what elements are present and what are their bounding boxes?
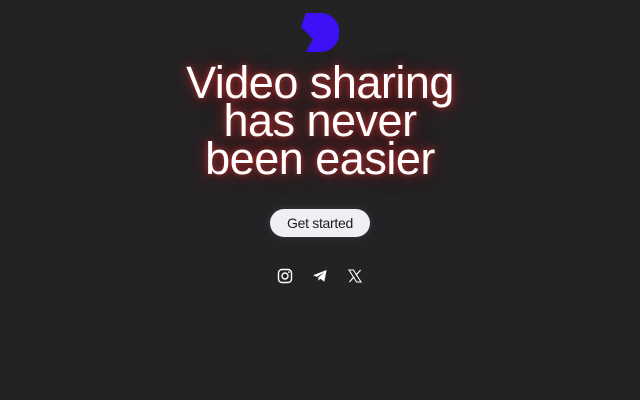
brand-logo-icon[interactable] [301, 13, 339, 52]
x-icon [348, 269, 362, 283]
instagram-link[interactable] [276, 267, 294, 285]
hero-headline: Video sharing has never been easier [0, 60, 640, 184]
x-link[interactable] [346, 267, 364, 285]
telegram-icon [313, 270, 327, 282]
headline-line-3: been easier [205, 133, 435, 184]
get-started-button[interactable]: Get started [270, 209, 370, 237]
telegram-link[interactable] [311, 267, 329, 285]
instagram-icon [277, 268, 293, 284]
